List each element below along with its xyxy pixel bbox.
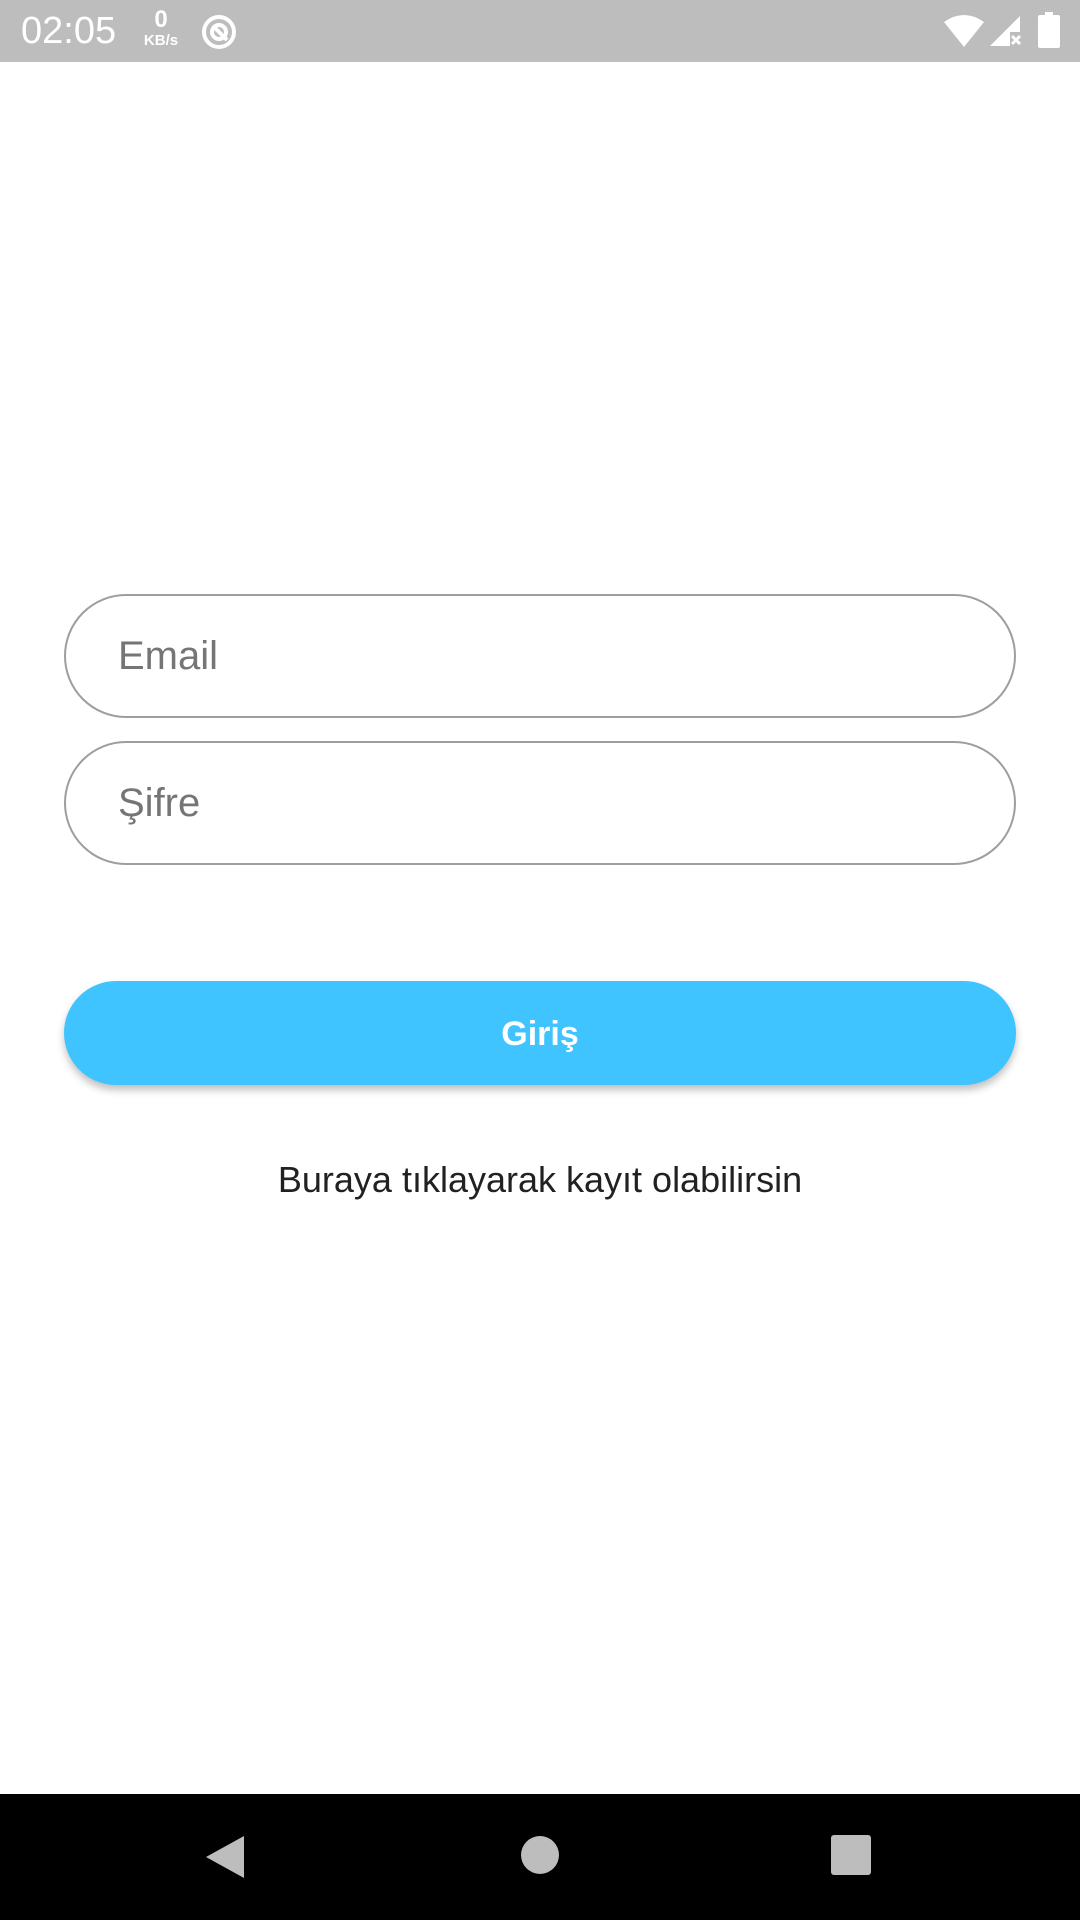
home-icon[interactable] [520, 1835, 560, 1875]
status-time: 02:05 [21, 10, 117, 52]
sync-icon [202, 15, 236, 49]
register-link[interactable]: Buraya tıklayarak kayıt olabilirsin [0, 1158, 1080, 1202]
login-button[interactable]: Giriş [64, 981, 1016, 1085]
network-speed-unit: KB/s [143, 32, 179, 49]
login-screen: 02:05 0 KB/s Giriş Buraya tıklayarak [0, 0, 1080, 1920]
password-input[interactable] [118, 743, 978, 863]
password-field[interactable] [64, 741, 1016, 865]
network-speed-value: 0 [154, 6, 168, 33]
wifi-icon [944, 15, 984, 47]
email-field[interactable] [64, 594, 1016, 718]
recents-icon[interactable] [830, 1834, 872, 1876]
signal-no-data-icon [990, 16, 1022, 46]
network-speed: 0 KB/s [138, 8, 184, 50]
email-input[interactable] [118, 596, 978, 716]
navigation-bar [0, 1794, 1080, 1920]
back-icon[interactable] [204, 1834, 246, 1880]
battery-icon [1038, 12, 1060, 48]
status-bar: 02:05 0 KB/s [0, 0, 1080, 62]
